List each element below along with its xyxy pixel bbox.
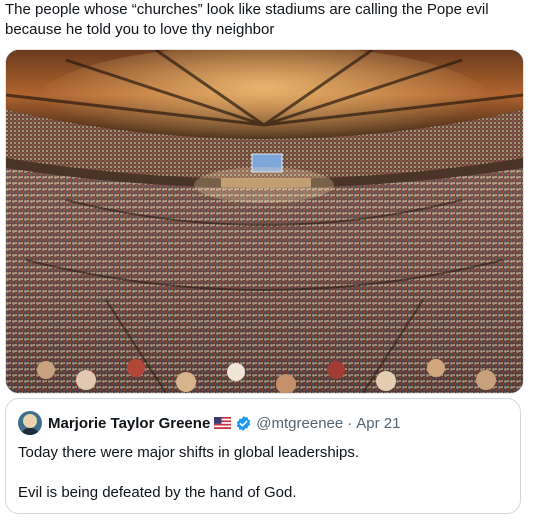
quoted-post-text-line-1: Today there were major shifts in global …	[18, 444, 360, 461]
post-text-line-1: The people whose “churches” look like st…	[5, 1, 489, 18]
separator-dot: ·	[347, 414, 353, 432]
post-text: The people whose “churches” look like st…	[5, 0, 525, 40]
post-text-line-2: because he told you to love thy neighbor	[5, 21, 275, 38]
quoted-author-handle[interactable]: @mtgreenee	[256, 415, 343, 432]
verified-badge-icon	[237, 415, 251, 431]
quoted-post[interactable]: Marjorie Taylor Greene @mtgreenee · Apr …	[5, 398, 521, 514]
arena-crowd-illustration	[6, 50, 523, 393]
quoted-post-header: Marjorie Taylor Greene @mtgreenee · Apr …	[18, 411, 400, 435]
post-photo[interactable]	[5, 49, 524, 394]
avatar[interactable]	[18, 411, 42, 435]
quoted-post-text-line-2: Evil is being defeated by the hand of Go…	[18, 484, 297, 501]
quoted-author-name[interactable]: Marjorie Taylor Greene	[48, 415, 210, 432]
quoted-post-date[interactable]: Apr 21	[356, 415, 400, 432]
us-flag-icon	[214, 417, 232, 429]
